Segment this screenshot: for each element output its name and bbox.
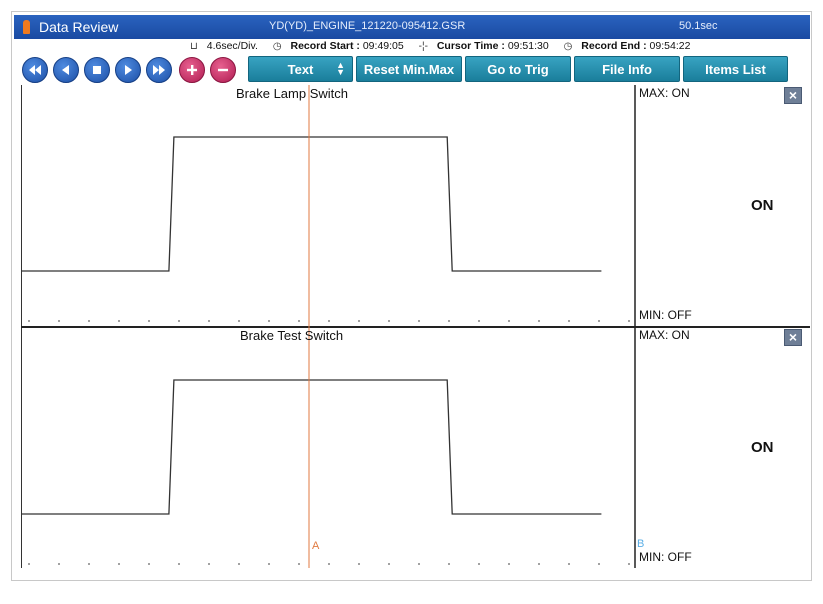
play-button[interactable]: [115, 57, 141, 83]
record-info-bar: ⊔ 4.6sec/Div. ◷ Record Start : 09:49:05 …: [190, 40, 702, 54]
cursor-time: 09:51:30: [507, 40, 549, 52]
reset-min-max-button[interactable]: Reset Min.Max: [356, 56, 462, 82]
close-graph-2-button[interactable]: ×: [784, 329, 802, 346]
record-end-time: 09:54:22: [649, 40, 691, 52]
fast-forward-icon: [153, 65, 165, 75]
items-list-button[interactable]: Items List: [683, 56, 788, 82]
record-duration: 50.1sec: [679, 20, 718, 32]
title-bar: Data Review YD(YD)_ENGINE_121220-095412.…: [14, 15, 810, 39]
graph-value-1: ON: [751, 197, 774, 214]
file-info-button[interactable]: File Info: [574, 56, 680, 82]
minus-icon: [218, 68, 228, 72]
close-icon: ×: [788, 87, 798, 103]
zoom-in-button[interactable]: [179, 57, 205, 83]
rewind-button[interactable]: [22, 57, 48, 83]
graph-min-2: MIN: OFF: [639, 550, 692, 564]
file-info-label: File Info: [602, 61, 652, 77]
clock-end-icon: ◷: [563, 41, 573, 52]
graph-max-1: MAX: ON: [639, 86, 690, 100]
items-list-label: Items List: [705, 61, 766, 77]
close-icon: ×: [788, 329, 798, 345]
plus-icon: [187, 65, 197, 75]
graph-value-2: ON: [751, 439, 774, 456]
record-end-label: Record End :: [581, 40, 647, 52]
zoom-out-button[interactable]: [210, 57, 236, 83]
stop-button[interactable]: [84, 57, 110, 83]
window-title: Data Review: [39, 19, 119, 35]
file-name: YD(YD)_ENGINE_121220-095412.GSR: [269, 20, 466, 32]
display-mode-select[interactable]: Text ▲ ▼: [248, 56, 353, 82]
step-back-icon: [62, 65, 69, 75]
clock-icon: ◷: [272, 41, 282, 52]
record-start-time: 09:49:05: [362, 40, 404, 52]
rewind-icon: [29, 65, 41, 75]
signal-line-2: [21, 379, 602, 515]
graph-min-1: MIN: OFF: [639, 308, 692, 322]
signal-line-1: [21, 136, 602, 272]
updown-icon: ▲ ▼: [336, 60, 345, 77]
graph-max-2: MAX: ON: [639, 328, 690, 342]
fast-forward-button[interactable]: [146, 57, 172, 83]
graph-canvas[interactable]: [21, 85, 810, 568]
cursor-b-label[interactable]: B: [637, 538, 644, 550]
time-per-div: 4.6sec/Div.: [206, 40, 258, 52]
display-mode-value: Text: [287, 61, 314, 77]
graph-title-2: Brake Test Switch: [240, 328, 344, 343]
play-icon: [125, 65, 132, 75]
cursor-a-label[interactable]: A: [312, 540, 319, 552]
go-to-trig-button[interactable]: Go to Trig: [465, 56, 571, 82]
app-icon: [23, 20, 30, 34]
division-icon: ⊔: [190, 41, 198, 52]
stop-icon: [93, 66, 101, 74]
close-graph-1-button[interactable]: ×: [784, 87, 802, 104]
cursor-time-label: Cursor Time :: [436, 40, 505, 52]
step-back-button[interactable]: [53, 57, 79, 83]
record-start-label: Record Start :: [290, 40, 360, 52]
go-to-trig-label: Go to Trig: [487, 61, 549, 77]
graph-title-1: Brake Lamp Switch: [236, 86, 348, 101]
crosshair-icon: -¦-: [418, 41, 428, 52]
reset-min-max-label: Reset Min.Max: [363, 61, 455, 77]
